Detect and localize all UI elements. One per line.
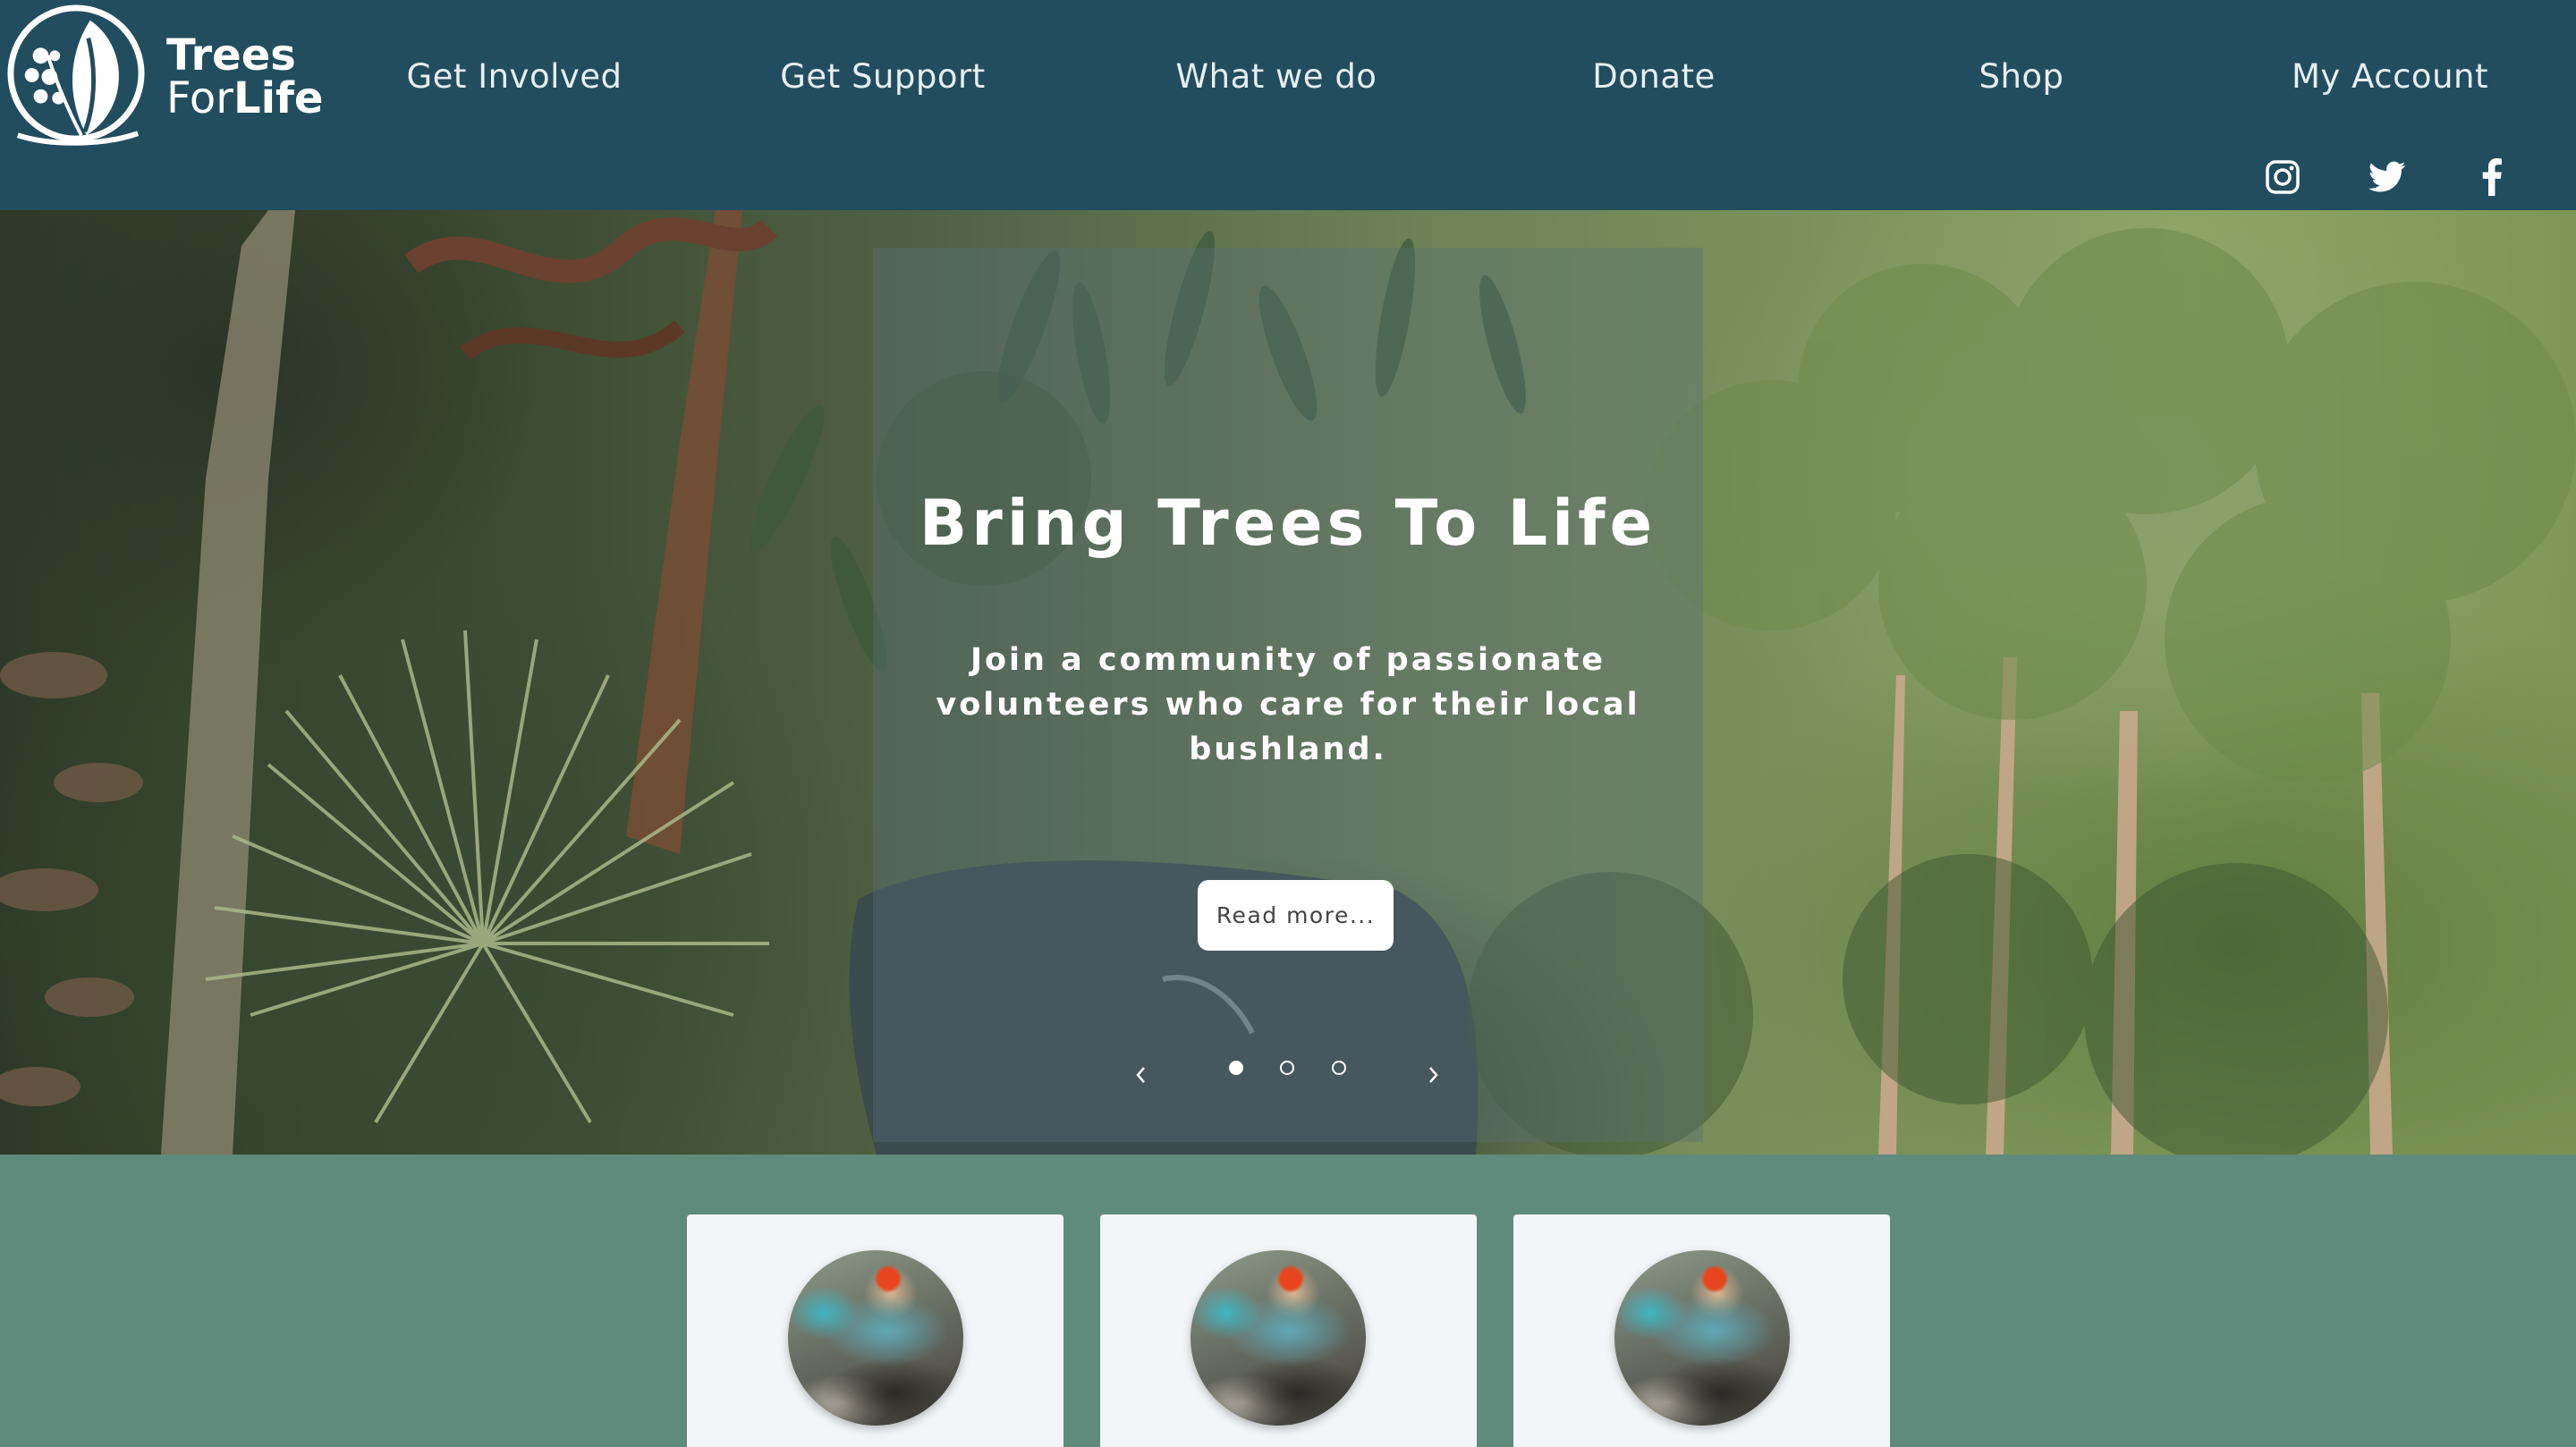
chevron-left-icon — [1136, 1067, 1145, 1083]
nav-get-support[interactable]: Get Support — [780, 52, 985, 102]
hero-title: Bring Trees To Life — [919, 487, 1657, 560]
nav-donate[interactable]: Donate — [1592, 52, 1716, 102]
hero-carousel: Bring Trees To Life Join a community of … — [0, 210, 2576, 1155]
facebook-icon — [2482, 158, 2502, 196]
card-3[interactable] — [1513, 1214, 1890, 1447]
nav-what-we-do[interactable]: What we do — [1176, 52, 1377, 102]
instagram-icon — [2266, 160, 2300, 194]
read-more-button[interactable]: Read more... — [1198, 880, 1394, 951]
carousel-prev-button[interactable] — [1123, 1057, 1158, 1093]
nav-shop[interactable]: Shop — [1979, 52, 2063, 102]
carousel-dot-3[interactable] — [1332, 1061, 1346, 1075]
main-nav: Get Involved Get Support What we do Dona… — [0, 52, 2576, 102]
hero-subtitle: Join a community of passionate volunteer… — [936, 642, 1640, 767]
carousel-dot-2[interactable] — [1280, 1061, 1294, 1075]
volunteer-photo — [1190, 1250, 1366, 1426]
twitter-icon — [2368, 161, 2406, 192]
carousel-next-button[interactable] — [1416, 1057, 1452, 1093]
card-2[interactable] — [1100, 1214, 1477, 1447]
nav-my-account[interactable]: My Account — [2292, 52, 2488, 102]
nav-get-involved[interactable]: Get Involved — [406, 52, 622, 102]
facebook-link[interactable] — [2472, 157, 2512, 197]
volunteer-photo — [787, 1250, 963, 1426]
carousel-dot-1[interactable] — [1229, 1061, 1243, 1075]
site-header: Trees ForLife Get Involved Get Support W… — [0, 0, 2576, 210]
instagram-link[interactable] — [2263, 157, 2302, 197]
twitter-link[interactable] — [2368, 157, 2407, 197]
volunteer-photo — [1614, 1250, 1790, 1426]
chevron-right-icon — [1429, 1067, 1438, 1083]
card-1[interactable] — [687, 1214, 1063, 1447]
